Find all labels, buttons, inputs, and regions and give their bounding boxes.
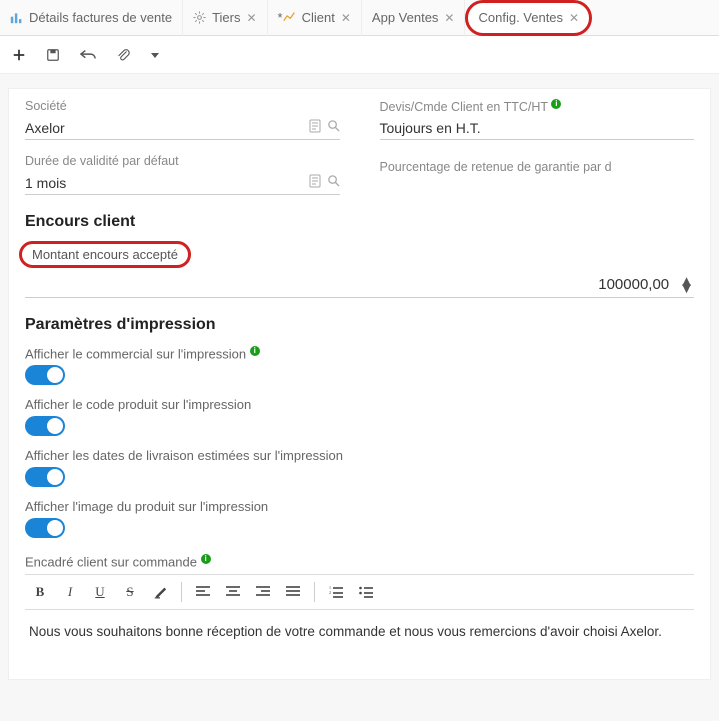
devis-label: Devis/Cmde Client en TTC/HT i — [380, 99, 695, 114]
tab-bar: Détails factures de vente Tiers ✕ * Clie… — [0, 0, 719, 36]
rte-underline[interactable]: U — [87, 579, 113, 605]
tab-client[interactable]: * Client ✕ — [268, 0, 362, 36]
search-icon[interactable] — [327, 119, 340, 136]
info-icon[interactable]: i — [250, 346, 260, 356]
rte-label: Encadré client sur commande i — [25, 554, 694, 569]
toggle-commercial-label: Afficher le commercial sur l'impression … — [25, 346, 694, 361]
rte-bold[interactable]: B — [27, 579, 53, 605]
toggle-image-produit-label: Afficher l'image du produit sur l'impres… — [25, 499, 694, 514]
search-icon[interactable] — [327, 174, 340, 191]
info-icon[interactable]: i — [551, 99, 561, 109]
close-icon[interactable]: ✕ — [246, 11, 256, 25]
tab-label: Tiers — [212, 10, 240, 25]
montant-encours-label: Montant encours accepté — [19, 241, 191, 268]
form-panel: Société Axelor Devis/Cmde Client en TTC/… — [8, 88, 711, 680]
societe-value: Axelor — [25, 120, 65, 136]
devis-field[interactable]: Toujours en H.T. — [380, 117, 695, 140]
duree-field[interactable]: 1 mois — [25, 171, 340, 195]
rte-align-justify[interactable] — [280, 579, 306, 605]
tab-label: App Ventes — [372, 10, 439, 25]
add-button[interactable] — [12, 48, 26, 62]
montant-encours-field[interactable]: 100000,00 ▲ ▼ — [25, 272, 694, 298]
toggle-dates-livraison[interactable] — [25, 467, 65, 487]
duree-label: Durée de validité par défaut — [25, 154, 340, 168]
tab-tiers[interactable]: Tiers ✕ — [183, 0, 267, 36]
rte-clear-format[interactable] — [147, 579, 173, 605]
devis-value: Toujours en H.T. — [380, 120, 481, 136]
tab-label: Client — [302, 10, 335, 25]
close-icon[interactable]: ✕ — [341, 11, 351, 25]
more-dropdown[interactable] — [150, 50, 160, 60]
svg-text:2: 2 — [329, 590, 331, 595]
doc-icon[interactable] — [309, 174, 321, 191]
montant-encours-value: 100000,00 — [598, 276, 669, 293]
duree-value: 1 mois — [25, 175, 66, 191]
societe-field[interactable]: Axelor — [25, 116, 340, 140]
gear-icon — [193, 11, 206, 24]
encours-section-title: Encours client — [25, 213, 694, 231]
line-chart-icon — [283, 11, 296, 24]
tab-label: Config. Ventes — [478, 10, 563, 25]
number-stepper[interactable]: ▲ ▼ — [679, 278, 694, 292]
toggle-code-produit[interactable] — [25, 416, 65, 436]
rte-align-right[interactable] — [250, 579, 276, 605]
attachment-button[interactable] — [116, 48, 130, 62]
retenue-label: Pourcentage de retenue de garantie par d — [380, 160, 695, 174]
rte-toolbar: B I U S 12 — [25, 574, 694, 610]
bar-chart-icon — [10, 11, 23, 24]
rte-list-ordered[interactable]: 12 — [323, 579, 349, 605]
rte-strike[interactable]: S — [117, 579, 143, 605]
rte-list-bullet[interactable] — [353, 579, 379, 605]
toolbar — [0, 36, 719, 74]
toggle-code-produit-label: Afficher le code produit sur l'impressio… — [25, 397, 694, 412]
close-icon[interactable]: ✕ — [569, 11, 579, 25]
doc-icon[interactable] — [309, 119, 321, 136]
save-button[interactable] — [46, 48, 60, 62]
rte-italic[interactable]: I — [57, 579, 83, 605]
rte-align-center[interactable] — [220, 579, 246, 605]
toggle-image-produit[interactable] — [25, 518, 65, 538]
tab-config-ventes[interactable]: Config. Ventes ✕ — [465, 0, 592, 36]
tab-label: Détails factures de vente — [29, 10, 172, 25]
info-icon[interactable]: i — [201, 554, 211, 564]
toggle-dates-livraison-label: Afficher les dates de livraison estimées… — [25, 448, 694, 463]
chevron-down-icon[interactable]: ▼ — [679, 285, 694, 292]
tab-app-ventes[interactable]: App Ventes ✕ — [362, 0, 466, 36]
societe-label: Société — [25, 99, 340, 113]
undo-button[interactable] — [80, 48, 96, 62]
separator — [314, 582, 315, 602]
impression-section-title: Paramètres d'impression — [25, 316, 694, 334]
close-icon[interactable]: ✕ — [444, 11, 454, 25]
rte-content[interactable]: Nous vous souhaitons bonne réception de … — [25, 610, 694, 653]
separator — [181, 582, 182, 602]
rte-align-left[interactable] — [190, 579, 216, 605]
tab-details-factures[interactable]: Détails factures de vente — [0, 0, 183, 36]
toggle-commercial[interactable] — [25, 365, 65, 385]
